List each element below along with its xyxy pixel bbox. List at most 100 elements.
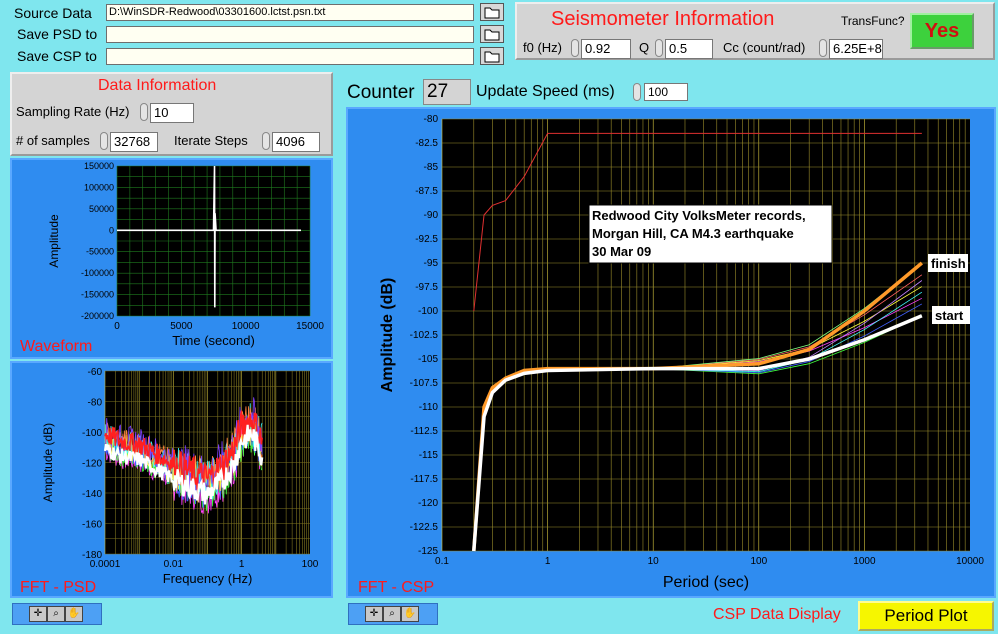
y-tick-label: -102.5 — [410, 330, 439, 341]
counter-label: Counter — [347, 82, 415, 103]
x-tick-label: 0.1 — [435, 556, 449, 567]
sampling-rate-label: Sampling Rate (Hz) — [16, 104, 130, 119]
y-tick-label: -82.5 — [415, 138, 438, 149]
y-tick-label: -80 — [88, 398, 103, 409]
crosshair-icon[interactable]: ✛ — [365, 606, 383, 622]
x-tick-label: 1 — [545, 556, 551, 567]
data-info-panel: Data Information Sampling Rate (Hz) 10 #… — [10, 72, 333, 156]
data-info-title: Data Information — [98, 77, 217, 94]
y-tick-label: -60 — [88, 367, 103, 378]
x-tick-label: 10 — [648, 556, 660, 567]
update-speed-input[interactable]: 100 — [644, 83, 688, 101]
transfunc-toggle[interactable]: Yes — [910, 13, 974, 49]
y-tick-label: 150000 — [84, 161, 114, 171]
csp-display-label: CSP Data Display — [713, 606, 841, 623]
finish-label: finish — [931, 256, 966, 271]
y-tick-label: -100 — [82, 428, 102, 439]
y-tick-label: 0 — [109, 225, 114, 235]
x-tick-label: 1000 — [853, 556, 876, 567]
q-label: Q — [639, 40, 650, 55]
y-axis-title: Amplitude — [47, 214, 61, 268]
cc-label: Cc (count/rad) — [723, 40, 806, 55]
y-tick-label: -112.5 — [410, 426, 438, 437]
psd-graph-palette: ✛ ⌕ ✋ — [12, 603, 102, 625]
y-tick-label: -100000 — [81, 268, 114, 278]
x-tick-label: 15000 — [296, 321, 324, 332]
y-tick-label: -140 — [82, 489, 102, 500]
y-tick-label: -50000 — [86, 247, 114, 257]
csp-browse-button[interactable] — [480, 47, 504, 65]
crosshair-icon[interactable]: ✛ — [29, 606, 47, 622]
x-tick-label: 100 — [302, 559, 319, 570]
csp-graph-palette: ✛ ⌕ ✋ — [348, 603, 438, 625]
y-tick-label: -125 — [418, 546, 438, 557]
x-tick-label: 10000 — [232, 321, 260, 332]
annotation-line: Morgan Hill, CA M4.3 earthquake — [592, 226, 794, 241]
q-spinner[interactable] — [655, 39, 663, 57]
source-data-label: Source Data — [14, 5, 92, 21]
f0-input[interactable]: 0.92 — [581, 39, 631, 59]
folder-icon — [484, 29, 500, 41]
x-tick-label: 0.01 — [164, 559, 184, 570]
y-tick-label: -180 — [82, 550, 102, 561]
x-tick-label: 10000 — [956, 556, 984, 567]
y-tick-label: -115 — [419, 450, 439, 461]
y-tick-label: 50000 — [89, 204, 114, 214]
waveform-chart: 0 5000 10000 15000 150000 100000 50000 0 -50000 -… — [47, 161, 324, 348]
psd-chart: 0.0001 0.01 1 100-60-80-100-120-140-160-180… — [41, 367, 319, 586]
y-tick-label: -80 — [424, 114, 439, 125]
y-tick-label: -107.5 — [410, 378, 439, 389]
sampling-rate-input[interactable]: 10 — [150, 103, 194, 123]
csp-chart: 0.1 1 10 100 1000 10000 -80 -82.5 -85 -87.5 -90 -92… — [379, 114, 984, 591]
iterate-input[interactable]: 4096 — [272, 132, 320, 152]
y-axis-title: Amplitude (dB) — [379, 278, 396, 393]
sampling-rate-spinner[interactable] — [140, 103, 148, 121]
y-tick-label: -90 — [424, 210, 439, 221]
pan-hand-icon[interactable]: ✋ — [65, 606, 83, 622]
csp-display-selector[interactable]: Period Plot — [858, 601, 994, 631]
y-tick-label: -95 — [424, 258, 439, 269]
source-data-input[interactable]: D:\WinSDR-Redwood\03301600.lctst.psn.txt — [106, 4, 474, 21]
counter-value: 27 — [423, 79, 471, 105]
y-tick-label: -160 — [82, 520, 102, 531]
x-tick-label: 5000 — [170, 321, 193, 332]
y-tick-label: -105 — [418, 354, 438, 365]
y-tick-label: -120 — [82, 459, 102, 470]
seismometer-panel: Seismometer Information TransFunc? Yes f… — [515, 2, 995, 60]
x-axis-title: Time (second) — [172, 333, 255, 348]
q-input[interactable]: 0.5 — [665, 39, 713, 59]
pan-hand-icon[interactable]: ✋ — [401, 606, 419, 622]
annotation-line: 30 Mar 09 — [592, 244, 651, 259]
y-tick-label: -117.5 — [410, 474, 438, 485]
zoom-icon[interactable]: ⌕ — [47, 606, 65, 622]
y-tick-label: -120 — [418, 498, 438, 509]
y-axis-title: Amplitude (dB) — [41, 423, 55, 502]
iterate-label: Iterate Steps — [174, 133, 248, 148]
y-tick-label: -100 — [418, 306, 438, 317]
save-csp-input[interactable] — [106, 48, 474, 65]
cc-input[interactable]: 6.25E+8 — [829, 39, 883, 59]
psd-browse-button[interactable] — [480, 25, 504, 43]
x-tick-label: 0 — [114, 321, 120, 332]
source-data-field[interactable]: D:\WinSDR-Redwood\03301600.lctst.psn.txt — [106, 4, 474, 21]
y-tick-label: -150000 — [81, 290, 114, 300]
folder-icon — [484, 51, 500, 63]
f0-label: f0 (Hz) — [523, 40, 562, 55]
zoom-icon[interactable]: ⌕ — [383, 606, 401, 622]
f0-spinner[interactable] — [571, 39, 579, 57]
update-speed-label: Update Speed (ms) — [476, 83, 615, 100]
folder-icon — [484, 7, 500, 19]
save-psd-input[interactable] — [106, 26, 474, 43]
x-tick-label: 1 — [239, 559, 245, 570]
y-tick-label: -110 — [419, 402, 439, 413]
update-speed-spinner[interactable] — [633, 83, 641, 101]
y-tick-label: -92.5 — [415, 234, 438, 245]
source-browse-button[interactable] — [480, 3, 504, 21]
samples-spinner[interactable] — [100, 132, 108, 150]
iterate-spinner[interactable] — [262, 132, 270, 150]
cc-spinner[interactable] — [819, 39, 827, 57]
x-tick-label: 100 — [750, 556, 767, 567]
transfunc-label: TransFunc? — [841, 14, 905, 28]
samples-input[interactable]: 32768 — [110, 132, 158, 152]
samples-label: # of samples — [16, 133, 90, 148]
